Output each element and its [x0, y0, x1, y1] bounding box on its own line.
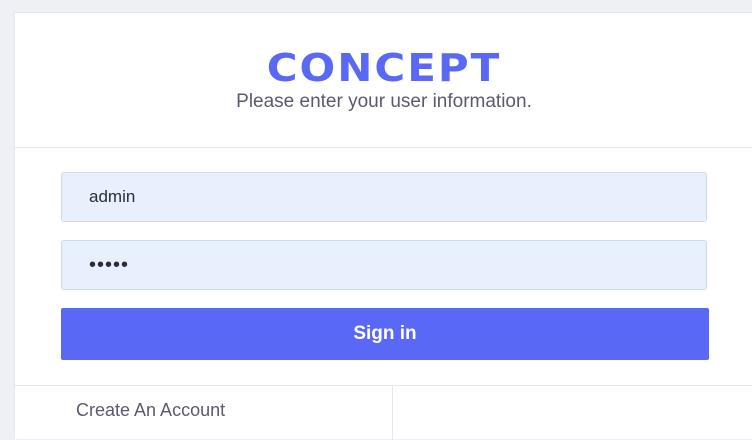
password-input[interactable] — [61, 240, 707, 290]
footer-left-cell: Create An Account — [15, 386, 393, 440]
card-footer: Create An Account — [15, 385, 752, 440]
create-account-link[interactable]: Create An Account — [76, 400, 225, 421]
login-form: Sign in — [15, 148, 752, 386]
username-input[interactable] — [61, 172, 707, 222]
footer-right-cell — [393, 386, 752, 440]
login-subtitle: Please enter your user information. — [236, 91, 532, 112]
brand-logo: CONCEPT — [266, 44, 502, 91]
card-header: CONCEPT Please enter your user informati… — [15, 13, 752, 148]
sign-in-button[interactable]: Sign in — [61, 308, 709, 360]
login-card: CONCEPT Please enter your user informati… — [14, 12, 752, 440]
